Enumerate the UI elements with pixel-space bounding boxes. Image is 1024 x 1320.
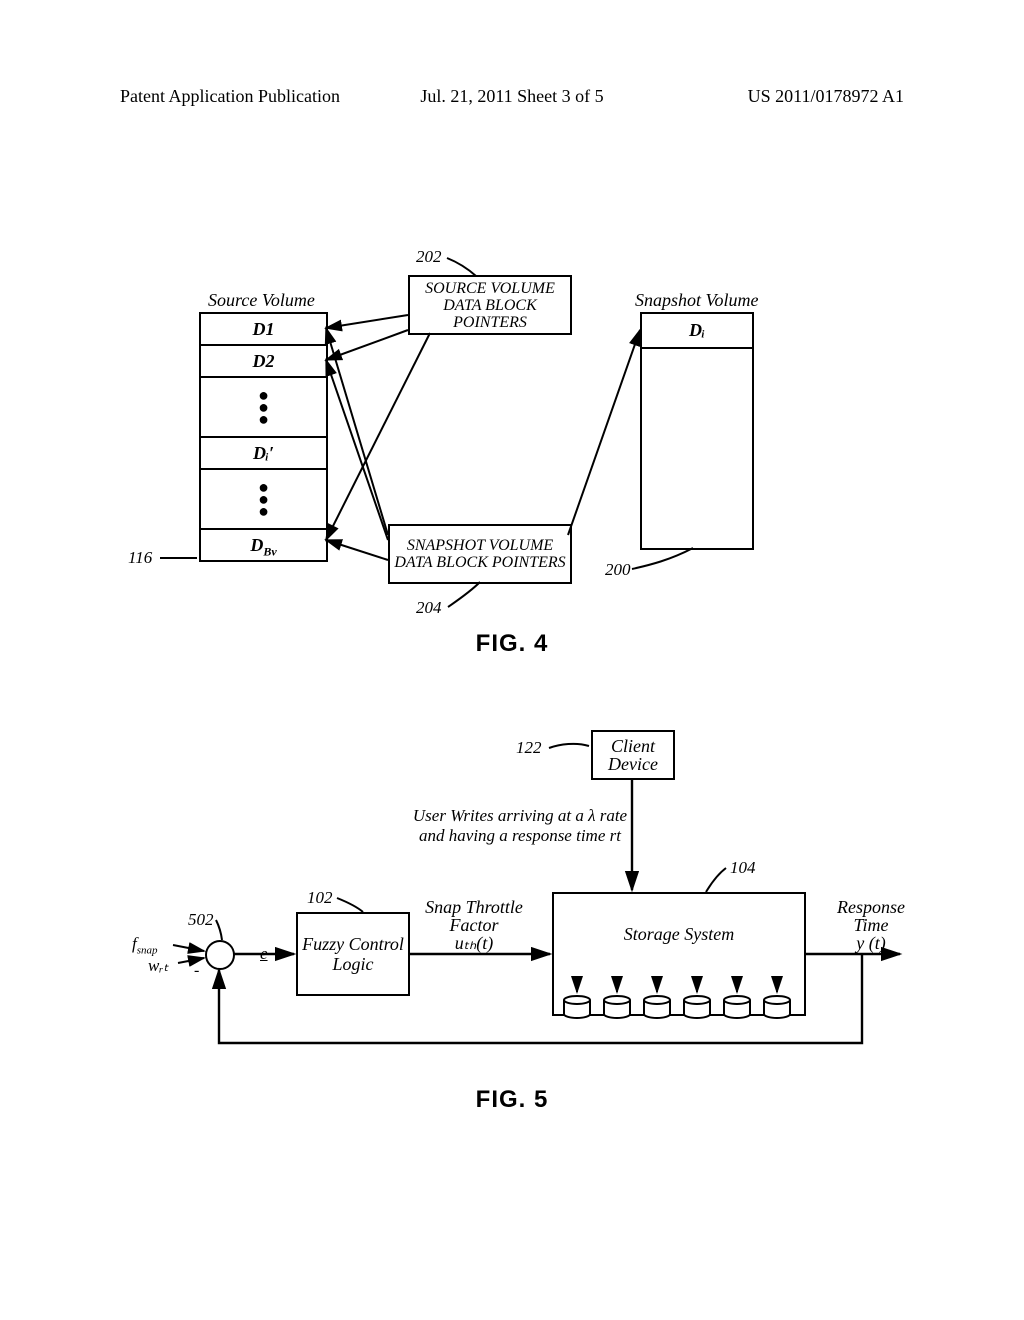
response-time-text: Response Time y (t) (826, 898, 916, 952)
summing-junction (205, 940, 235, 970)
fig5-label: FIG. 5 (0, 1086, 1024, 1114)
snap-throttle-text: Snap Throttle Factor uₜₕ(t) (414, 898, 534, 952)
src-cell-d2: D2 (201, 346, 326, 378)
snap-throttle-sym: uₜₕ(t) (414, 934, 534, 952)
response-time-sym: y (t) (826, 934, 916, 952)
src-cell-dip: Dᵢ′ (201, 436, 326, 470)
client-device-label: Client Device (593, 737, 673, 773)
snap-throttle-title: Snap Throttle Factor (414, 898, 534, 934)
storage-system-label: Storage System (554, 924, 804, 945)
snapshot-pointer-box-label: SNAPSHOT VOLUME DATA BLOCK POINTERS (390, 537, 570, 571)
ref-102: 102 (307, 888, 333, 908)
ref-122: 122 (516, 738, 542, 758)
minus-label: - (194, 962, 199, 980)
response-time-title: Response Time (826, 898, 916, 934)
page: Patent Application Publication Jul. 21, … (0, 0, 1024, 1320)
fuzzy-control-box: Fuzzy Control Logic (296, 912, 410, 996)
ref-502: 502 (188, 910, 214, 930)
ref-104: 104 (730, 858, 756, 878)
user-writes-text: User Writes arriving at a λ rate and hav… (380, 806, 660, 846)
ref-204: 204 (416, 598, 442, 618)
snap-cell-di: Dᵢ (642, 314, 752, 349)
ref-116: 116 (128, 548, 152, 568)
fsnap-label: fsnap (132, 934, 158, 956)
source-volume-column: D1 D2 ●●● Dᵢ′ ●●● DBv (199, 312, 328, 562)
src-cell-dots1: ●●● (201, 378, 326, 436)
fig5-svg (0, 0, 1024, 1320)
fuzzy-control-label: Fuzzy Control Logic (298, 934, 408, 974)
source-volume-title: Source Volume (208, 290, 315, 311)
user-writes-line2: and having a response time rt (380, 826, 660, 846)
wrt-label: wᵣₜ (148, 956, 169, 976)
e-label: e (260, 944, 268, 964)
ref-200: 200 (605, 560, 631, 580)
source-pointer-box: SOURCE VOLUME DATA BLOCK POINTERS (408, 275, 572, 335)
snapshot-volume-title: Snapshot Volume (635, 290, 759, 311)
storage-system-box: Storage System (552, 892, 806, 1016)
header-right: US 2011/0178972 A1 (748, 86, 904, 107)
src-cell-d1: D1 (201, 314, 326, 346)
snapshot-pointer-box: SNAPSHOT VOLUME DATA BLOCK POINTERS (388, 524, 572, 584)
src-cell-dots2: ●●● (201, 470, 326, 528)
source-pointer-box-label: SOURCE VOLUME DATA BLOCK POINTERS (410, 280, 570, 331)
fig4-label: FIG. 4 (0, 630, 1024, 658)
user-writes-line1: User Writes arriving at a λ rate (380, 806, 660, 826)
snapshot-volume-column: Dᵢ (640, 312, 754, 550)
src-cell-dbv: DBv (201, 528, 326, 560)
ref-202: 202 (416, 247, 442, 267)
client-device-box: Client Device (591, 730, 675, 780)
